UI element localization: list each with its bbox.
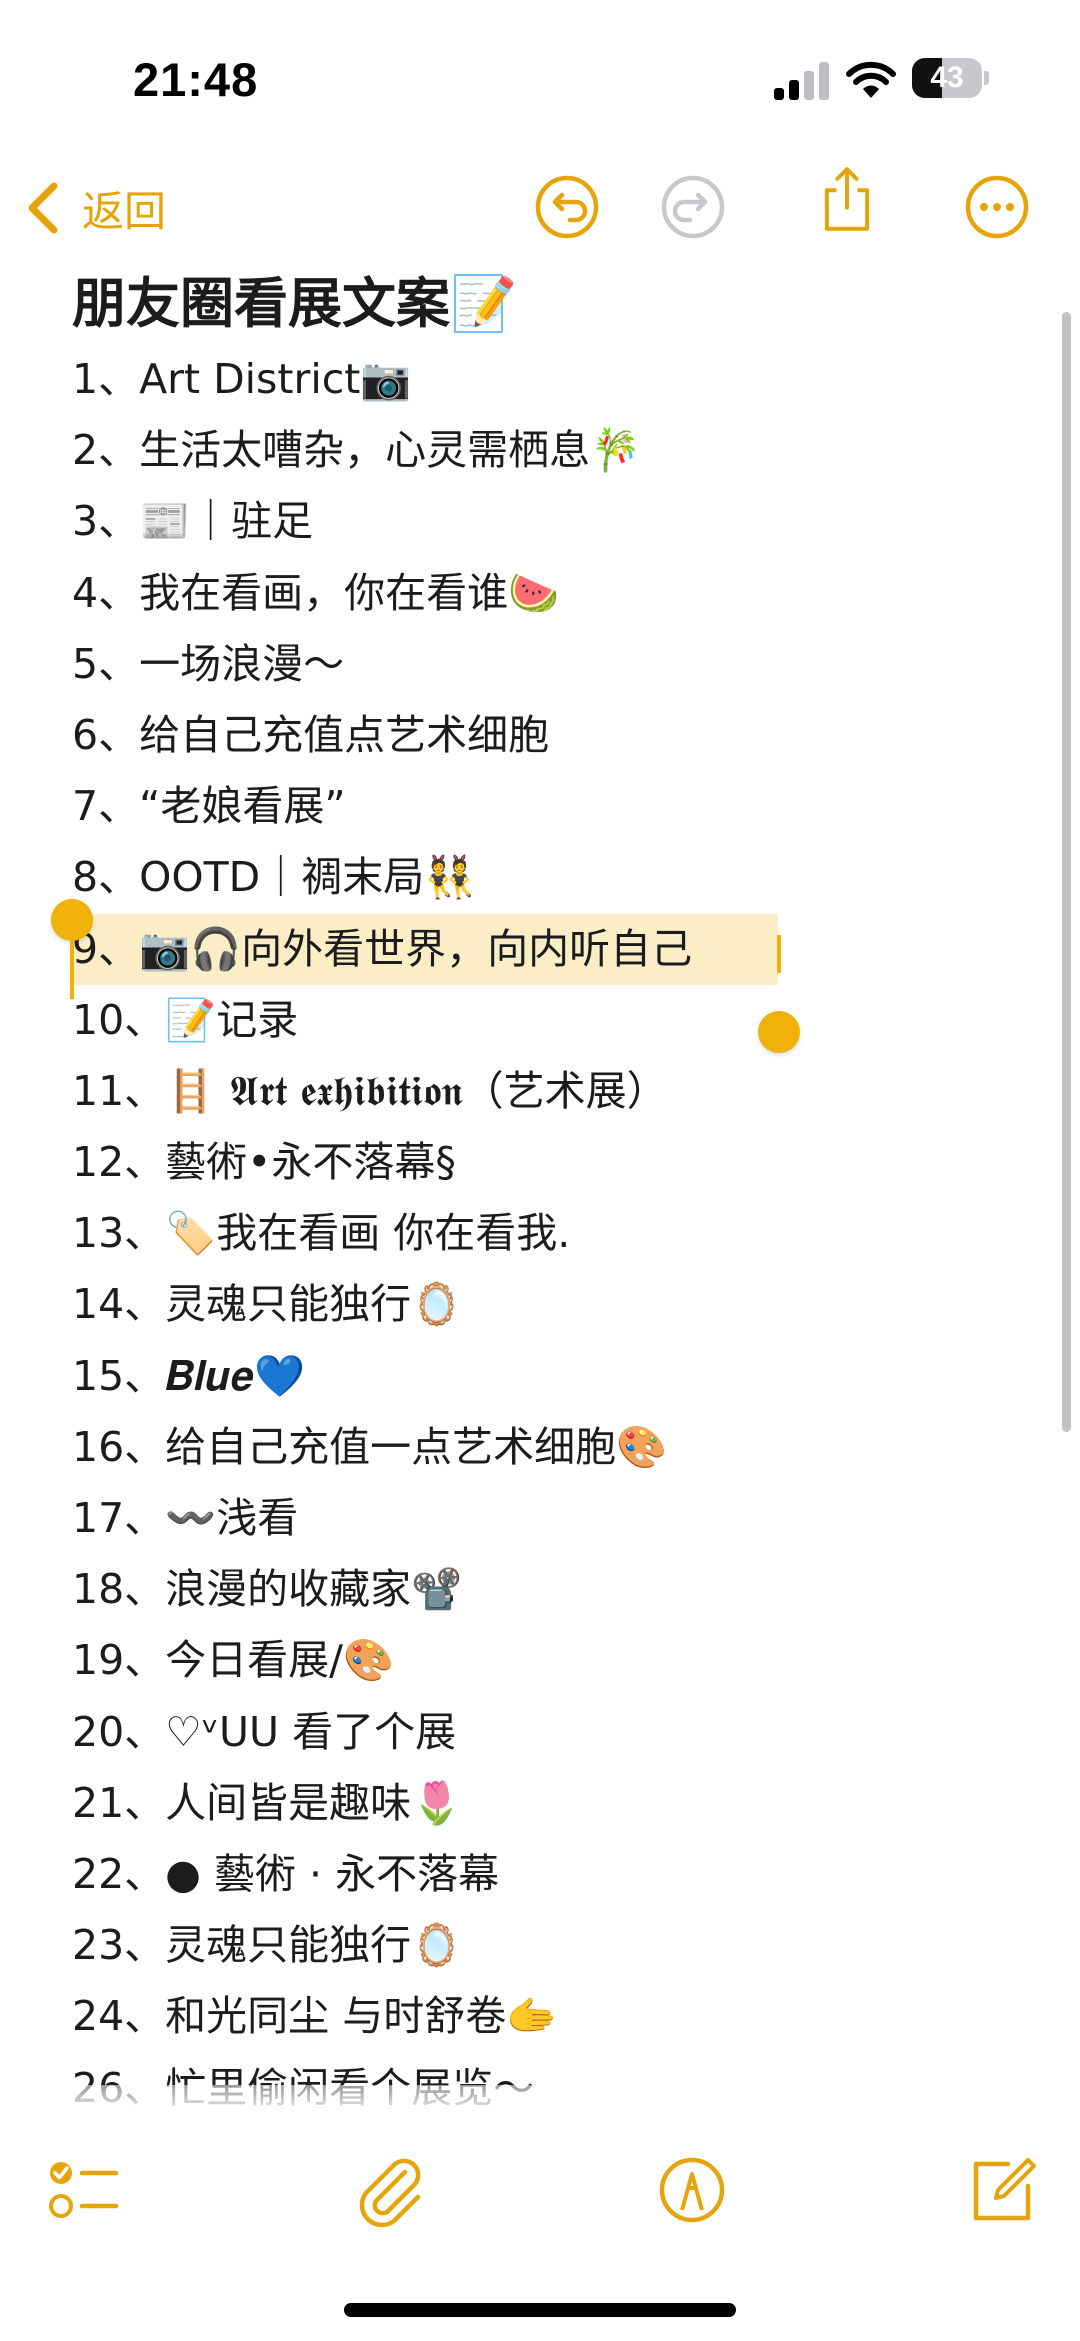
- note-line[interactable]: 16、给自己充值一点艺术细胞🎨: [72, 1412, 1052, 1483]
- note-line[interactable]: 12、藝術•永不落幕§: [72, 1127, 1052, 1198]
- note-list: 1、Art District📷 2、生活太嘈杂，心灵需栖息🎋 3、📰｜驻足 4、我在看…: [70, 344, 1052, 2124]
- note-body[interactable]: 朋友圈看展文案📝 1、Art District📷 2、生活太嘈杂，心灵需栖息🎋 3、…: [70, 266, 1052, 2124]
- note-line[interactable]: 20、♡ᵛᑌᑌ 看了个展: [72, 1697, 1052, 1768]
- note-line[interactable]: 1、Art District📷: [72, 344, 1052, 415]
- share-icon[interactable]: [812, 164, 882, 234]
- markup-icon[interactable]: [652, 2150, 732, 2230]
- compose-icon[interactable]: [962, 2150, 1042, 2230]
- scrollbar[interactable]: [1062, 312, 1071, 1432]
- nav-bar: 返回: [0, 160, 1080, 255]
- wifi-icon: [846, 61, 896, 98]
- chevron-left-icon: [28, 182, 58, 234]
- note-line[interactable]: 2、生活太嘈杂，心灵需栖息🎋: [72, 415, 1052, 486]
- note-line[interactable]: 10、📝记录: [72, 985, 1052, 1056]
- home-indicator: [344, 2303, 736, 2317]
- note-line[interactable]: 5、一场浪漫～: [72, 629, 1052, 700]
- note-line[interactable]: 3、📰｜驻足: [72, 486, 1052, 557]
- note-line[interactable]: 21、人间皆是趣味🌷: [72, 1768, 1052, 1839]
- note-line[interactable]: 8、OOTD｜禂末局👯: [72, 842, 1052, 913]
- note-line[interactable]: 13、🏷️我在看画 你在看我.: [72, 1198, 1052, 1269]
- bottom-toolbar: [0, 2140, 1080, 2240]
- undo-icon[interactable]: [532, 172, 602, 242]
- back-label: 返回: [82, 186, 167, 236]
- battery-indicator: 43: [912, 58, 989, 98]
- attachment-icon[interactable]: [350, 2150, 430, 2230]
- more-icon[interactable]: [962, 172, 1032, 242]
- note-line[interactable]: 22、● 藝術 · 永不落幕: [72, 1839, 1052, 1910]
- note-line[interactable]: 14、灵魂只能独行🪞: [72, 1269, 1052, 1340]
- note-line[interactable]: 11、🪜 𝕬𝖗𝖙 𝖊𝖝𝖍𝖎𝖇𝖎𝖙𝖎𝖔𝖓（艺术展）: [72, 1056, 1052, 1127]
- battery-level: 43: [930, 61, 964, 94]
- note-line[interactable]: 15、𝑩𝒍𝒖𝒆💙: [72, 1341, 1052, 1412]
- note-line[interactable]: 4、我在看画，你在看谁🍉: [72, 558, 1052, 629]
- note-title[interactable]: 朋友圈看展文案📝: [72, 266, 1052, 342]
- checklist-icon[interactable]: [44, 2150, 124, 2230]
- redo-icon[interactable]: [658, 172, 728, 242]
- status-bar: 21:48 43: [0, 0, 1080, 150]
- note-line[interactable]: 7、“老娘看展”: [72, 771, 1052, 842]
- note-line[interactable]: 6、给自己充值点艺术细胞: [72, 700, 1052, 771]
- note-line[interactable]: 17、〰️浅看: [72, 1483, 1052, 1554]
- note-line[interactable]: 24、和光同尘 与时舒卷🫱: [72, 1981, 1052, 2052]
- note-line-selected[interactable]: 9、📷🎧向外看世界，向内听自己: [70, 913, 778, 985]
- back-button[interactable]: 返回: [22, 176, 166, 240]
- note-line[interactable]: 23、灵魂只能独行🪞: [72, 1910, 1052, 1981]
- status-time: 21:48: [133, 53, 259, 106]
- note-line[interactable]: 19、今日看展/🎨: [72, 1625, 1052, 1696]
- note-line[interactable]: 18、浪漫的收藏家📽️: [72, 1554, 1052, 1625]
- cellular-signal-icon: [774, 62, 829, 100]
